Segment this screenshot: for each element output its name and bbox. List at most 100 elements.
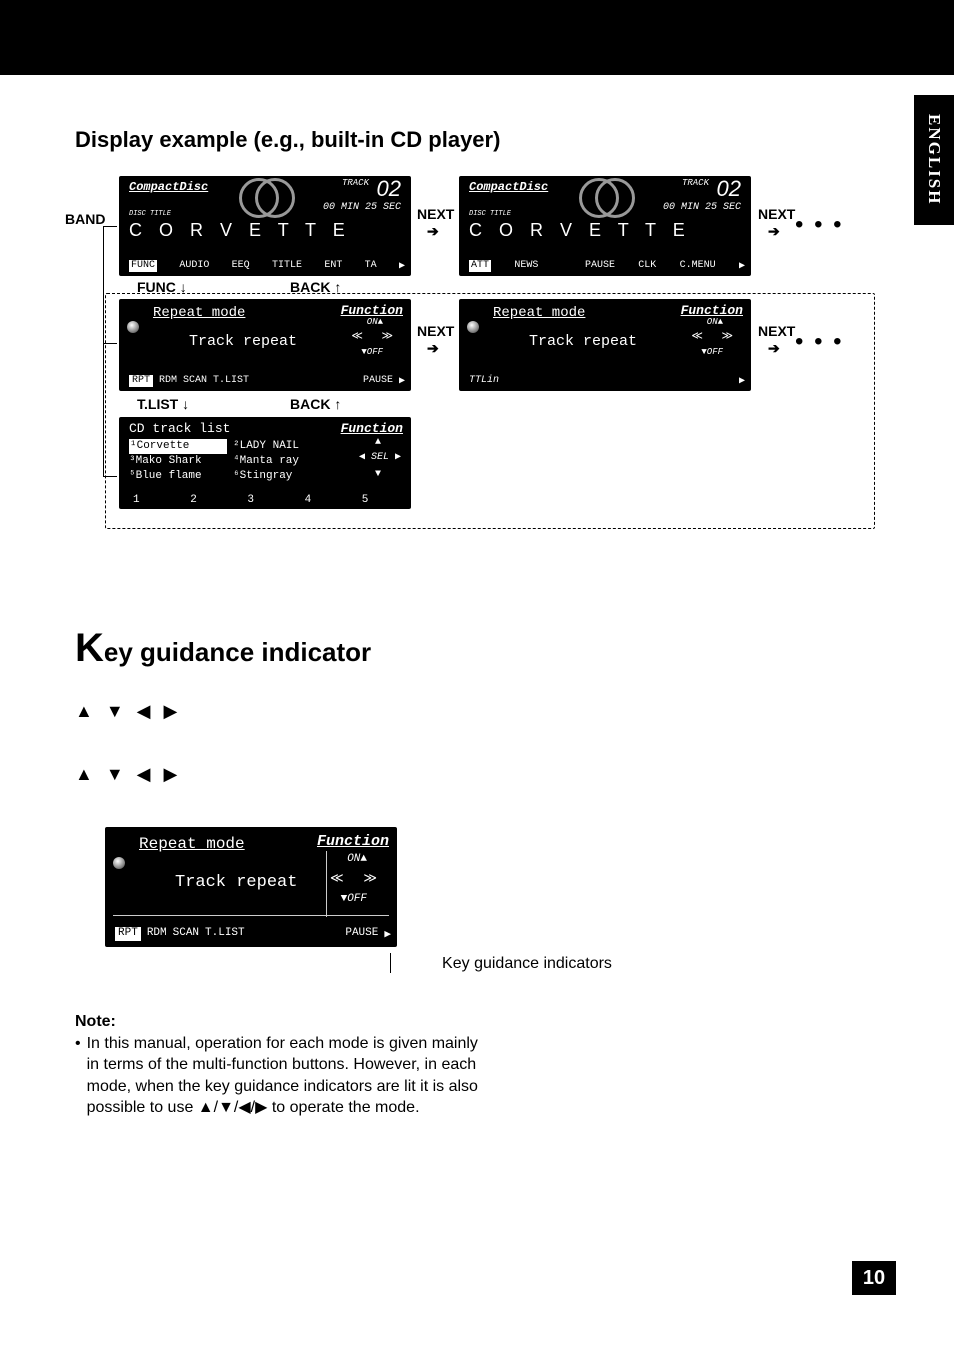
lcd-softkeys: ATT NEWS PAUSE CLK C.MENU ▶	[469, 260, 745, 272]
lcd-time: 00 MIN 25 SEC	[663, 202, 741, 213]
softkey: T.LIST	[205, 927, 245, 941]
standalone-caption: Key guidance indicators	[195, 955, 859, 973]
next-label: NEXT	[417, 206, 454, 222]
band-label: BAND	[65, 211, 105, 227]
track-item: ²LADY NAIL	[233, 439, 331, 454]
lcd-track-label: TRACK	[682, 178, 709, 188]
next-label: NEXT	[758, 323, 795, 339]
note-item: • In this manual, operation for each mod…	[75, 1033, 485, 1119]
lcd-repeat-a: Repeat mode Function ON▲ ≪ ≫ ▼OFF Track …	[119, 299, 411, 391]
lcd-value: Track repeat	[175, 873, 297, 892]
divider	[326, 851, 327, 917]
softkey: PAUSE	[363, 375, 393, 387]
lcd-on-label: ON▲	[707, 317, 723, 327]
bulb-icon	[113, 857, 125, 869]
down-arrow-icon: ▼	[375, 469, 381, 480]
cd-logo-icon	[239, 176, 289, 216]
up-arrow-icon: ▲	[375, 437, 381, 448]
lcd-sel-label: ◀ SEL ▶	[359, 451, 401, 463]
more-icon: ▶	[399, 375, 405, 387]
back-up-label: BACK ↑	[290, 279, 341, 295]
softkey: TITLE	[272, 260, 302, 272]
lcd-off-label: ▼OFF	[341, 893, 367, 905]
note-text: In this manual, operation for each mode …	[87, 1033, 485, 1119]
lcd-value: Track repeat	[189, 333, 297, 350]
bulb-icon	[467, 321, 479, 333]
lcd-bottom-keys: TTLin ▶	[469, 375, 745, 387]
softkey: ENT	[324, 260, 342, 272]
next-label: NEXT	[758, 206, 795, 222]
lcd-cd-main-a: CompactDisc TRACK 02 00 MIN 25 SEC DISC …	[119, 176, 411, 276]
lcd-function-label: Function	[341, 421, 403, 436]
lcd-disc-title: C O R V E T T E	[129, 220, 351, 241]
lcd-disc-title-label: DISC TITLE	[129, 210, 171, 218]
bullet-icon: •	[75, 1033, 81, 1119]
connector-line	[103, 476, 117, 477]
lcd-bottom-keys: RPT RDM SCAN T.LIST PAUSE ▶	[115, 927, 391, 941]
next-arrow-icon: ➔	[768, 340, 780, 357]
track-item: ⁶Stingray	[233, 469, 331, 484]
lcd-heading: Repeat mode	[139, 835, 245, 853]
lcd-track-numbers: 1 2 3 4 5 6 ▶	[133, 492, 411, 506]
lcd-value: Track repeat	[529, 333, 637, 350]
next-label: NEXT	[417, 323, 454, 339]
lcd-lr-arrows-icon: ≪ ≫	[351, 329, 399, 343]
softkey: RDM	[159, 375, 177, 387]
softkey: ATT	[469, 260, 491, 272]
lcd-function-label: Function	[317, 833, 389, 850]
page-number-badge: 10	[852, 1261, 896, 1295]
lcd-softkeys: FUNC AUDIO EEQ TITLE ENT TA ▶	[129, 260, 405, 272]
softkey: SCAN	[183, 375, 207, 387]
key-guidance-heading: Key guidance indicator	[75, 626, 859, 671]
lcd-on-label: ON▲	[367, 317, 383, 327]
lcd-cd-main-b: CompactDisc TRACK 02 00 MIN 25 SEC DISC …	[459, 176, 751, 276]
lcd-track-label: TRACK	[342, 178, 369, 188]
softkey: RDM	[147, 927, 167, 941]
track-item: ³Mako Shark	[129, 454, 227, 469]
next-arrow-icon: ➔	[427, 223, 439, 240]
lcd-tracks: ¹Corvette ²LADY NAIL ³Mako Shark ⁴Manta …	[129, 439, 331, 484]
lcd-heading: CD track list	[129, 421, 230, 436]
next-arrow-icon: ➔	[768, 223, 780, 240]
softkey: T.LIST	[213, 375, 249, 387]
softkey: TTLin	[469, 375, 499, 387]
lcd-off-label: ▼OFF	[701, 347, 723, 357]
black-header-bar	[0, 0, 954, 75]
next-arrow-icon: ➔	[427, 340, 439, 357]
softkey: PAUSE	[585, 260, 615, 272]
lcd-track-num: 02	[717, 176, 741, 202]
lcd-title: CompactDisc	[129, 180, 208, 194]
lcd-heading: Repeat mode	[493, 305, 585, 321]
lcd-bottom-keys: RPT RDM SCAN T.LIST PAUSE ▶	[129, 375, 405, 387]
softkey: CLK	[638, 260, 656, 272]
lcd-time: 00 MIN 25 SEC	[323, 202, 401, 213]
heading-initial: K	[75, 626, 104, 670]
lcd-function-label: Function	[681, 303, 743, 318]
softkey: RPT	[129, 375, 153, 387]
lcd-repeat-b: Repeat mode Function ON▲ ≪ ≫ ▼OFF Track …	[459, 299, 751, 391]
softkey: NEWS	[514, 260, 538, 272]
more-icon: ▶	[384, 927, 391, 941]
track-item: ¹Corvette	[129, 439, 227, 454]
note-block: Note: • In this manual, operation for ea…	[75, 1011, 485, 1119]
bulb-icon	[127, 321, 139, 333]
softkey: FUNC	[129, 260, 157, 272]
connector-line	[103, 343, 117, 344]
back-up-label: BACK ↑	[290, 396, 341, 412]
track-item: ⁴Manta ray	[233, 454, 331, 469]
note-heading: Note:	[75, 1011, 485, 1033]
lcd-heading: Repeat mode	[153, 305, 245, 321]
softkey: RPT	[115, 927, 141, 941]
ellipsis-icon: • • •	[795, 211, 844, 239]
func-down-label: FUNC ↓	[137, 279, 187, 295]
display-diagram: BAND CompactDisc TRACK 02 00 MIN 25 SEC …	[75, 171, 859, 541]
connector-line	[103, 226, 104, 476]
softkey: PAUSE	[345, 927, 378, 941]
lcd-disc-title-label: DISC TITLE	[469, 210, 511, 218]
lcd-cd-tracklist: CD track list Function ▲ ◀ SEL ▶ ▼ ¹Corv…	[119, 417, 411, 509]
section-title: Display example (e.g., built-in CD playe…	[75, 127, 859, 153]
softkey: C.MENU	[680, 260, 716, 272]
page-content: Display example (e.g., built-in CD playe…	[0, 75, 954, 1119]
lcd-on-label: ON▲	[347, 853, 367, 865]
lcd-off-label: ▼OFF	[361, 347, 383, 357]
